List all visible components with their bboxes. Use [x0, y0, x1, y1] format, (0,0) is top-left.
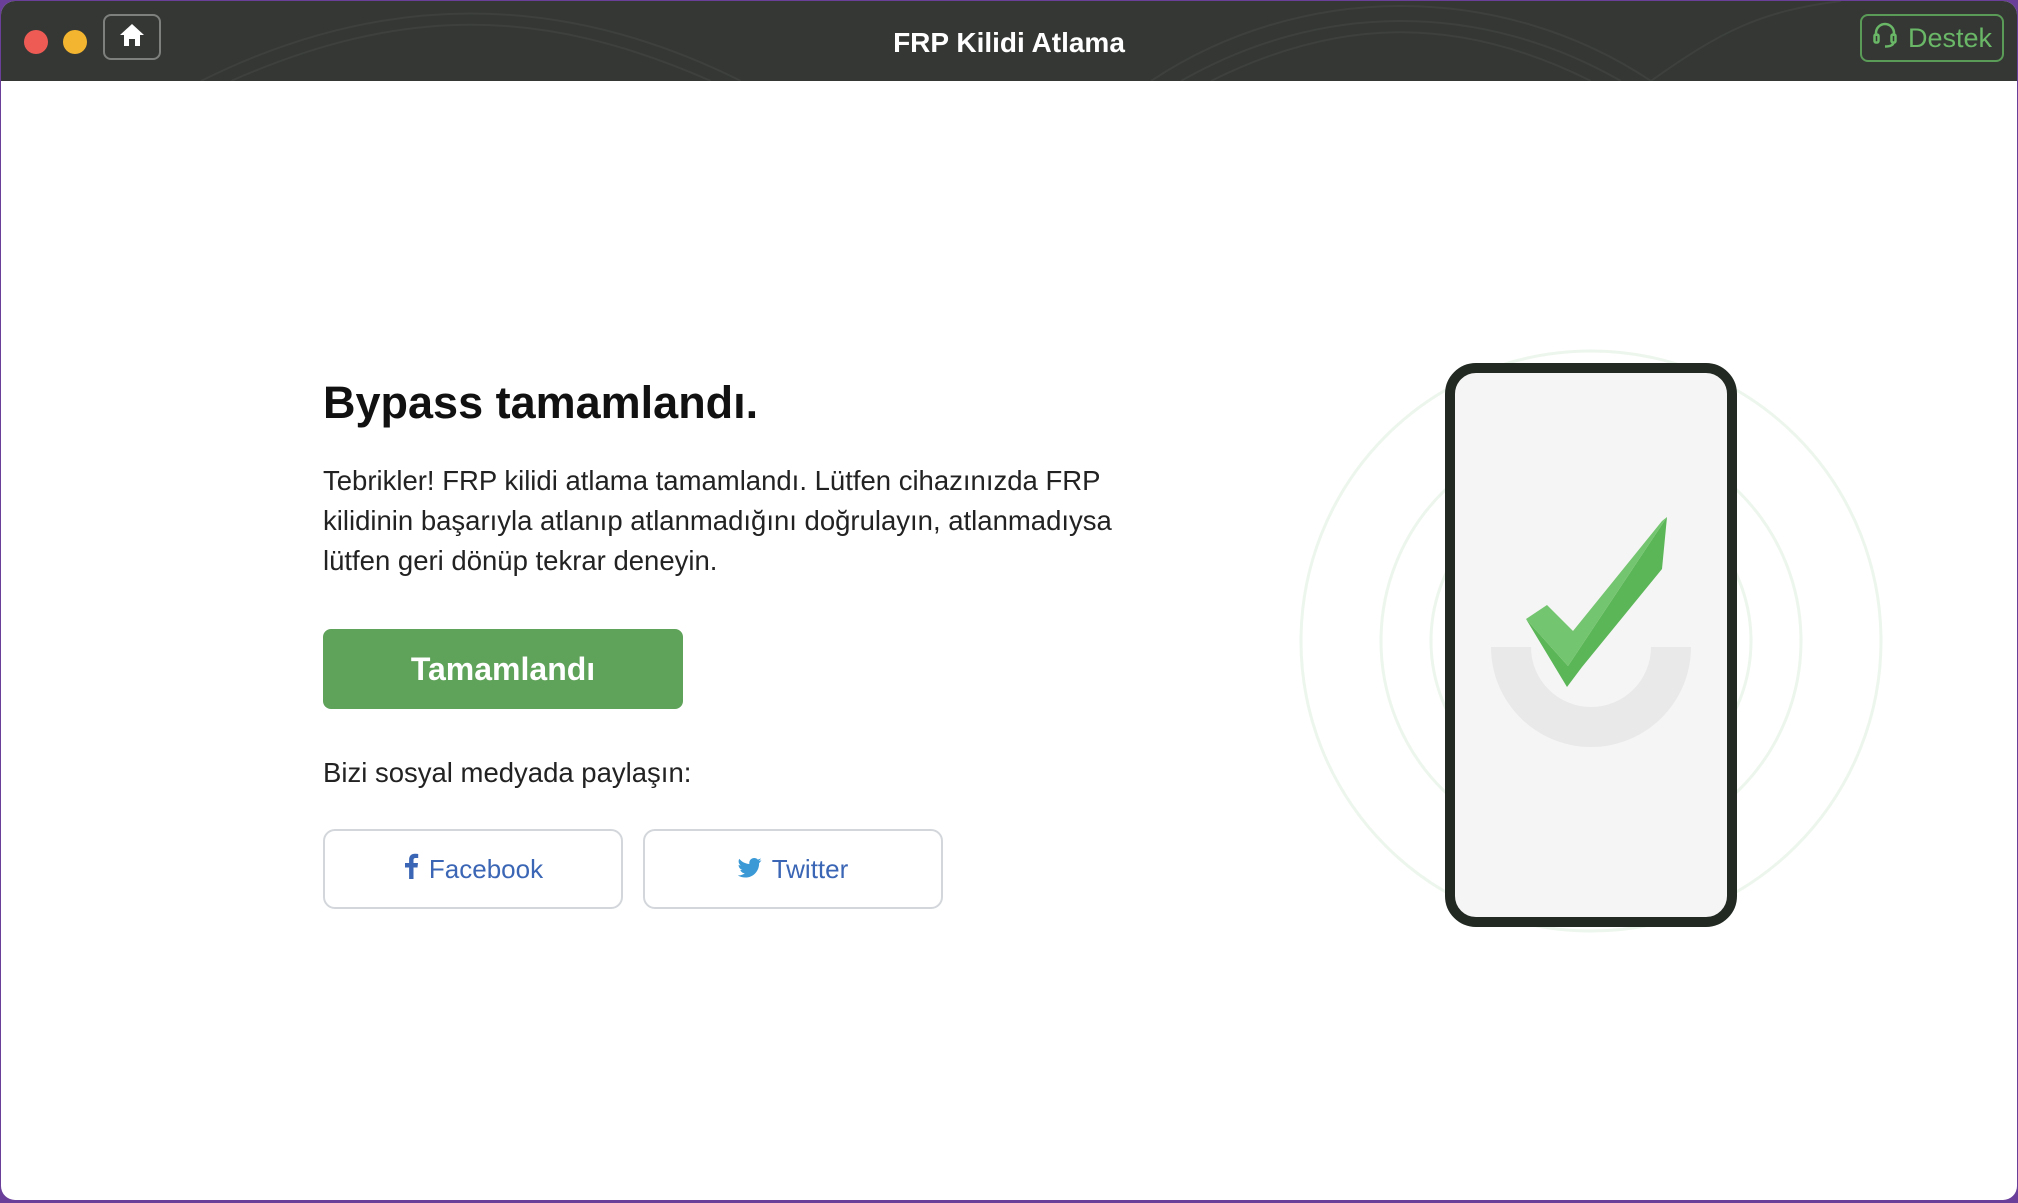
app-window: FRP Kilidi Atlama Destek Bypass tamamlan…: [1, 1, 2017, 1200]
support-button[interactable]: Destek: [1860, 14, 2004, 62]
twitter-label: Twitter: [771, 853, 849, 884]
window-title: FRP Kilidi Atlama: [893, 27, 1125, 58]
done-button[interactable]: Tamamlandı: [323, 629, 683, 709]
facebook-share-button[interactable]: Facebook: [323, 829, 623, 909]
title-bar: FRP Kilidi Atlama Destek: [1, 1, 2017, 81]
result-message: Tebrikler! FRP kilidi atlama tamamlandı.…: [323, 465, 1112, 576]
support-label: Destek: [1907, 22, 1993, 53]
facebook-label: Facebook: [428, 853, 544, 884]
page-title: Bypass tamamlandı.: [323, 377, 759, 428]
twitter-icon: [737, 854, 762, 885]
headset-icon: [1872, 21, 1898, 56]
success-illustration: [1299, 349, 1883, 933]
twitter-share-button[interactable]: Twitter: [643, 829, 943, 909]
share-label: Bizi sosyal medyada paylaşın:: [323, 757, 692, 788]
facebook-icon: [403, 853, 419, 886]
